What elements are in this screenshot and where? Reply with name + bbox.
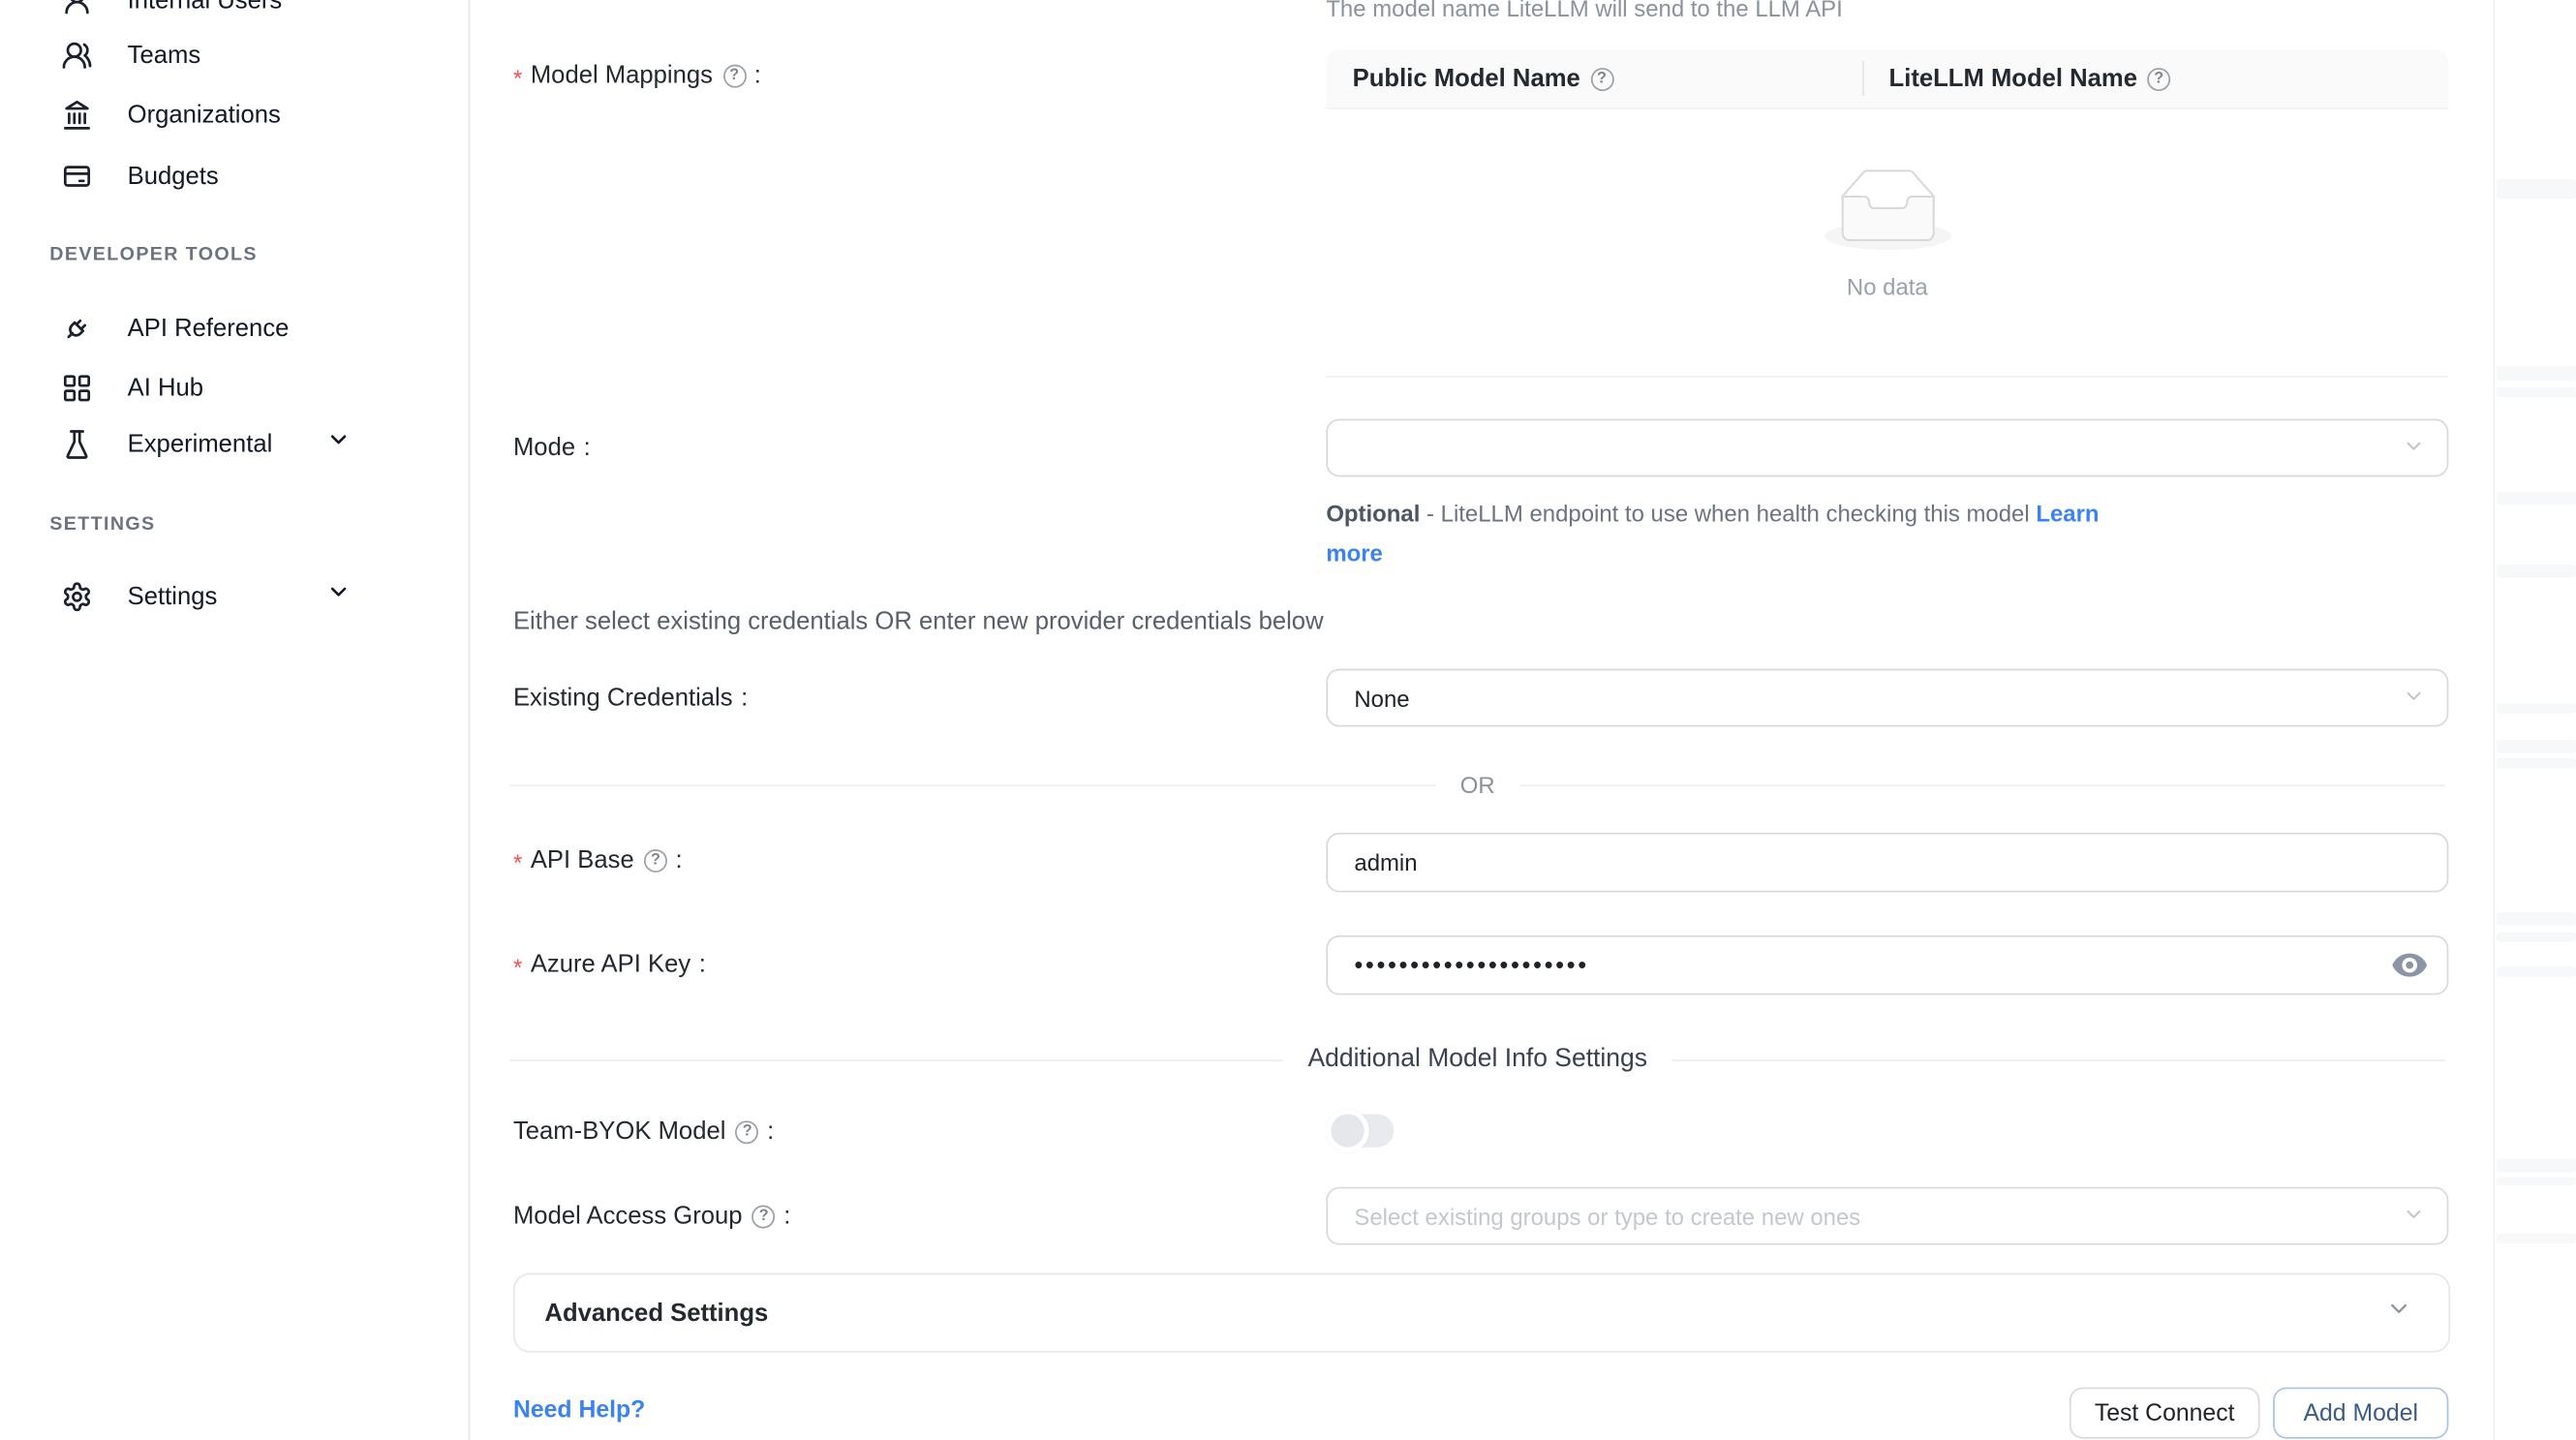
chevron-down-icon: [326, 579, 352, 612]
help-circle-icon[interactable]: [2147, 67, 2170, 90]
content-right-divider: [2494, 0, 2496, 1440]
mode-select[interactable]: [1326, 419, 2448, 477]
mode-help-text: Optional - LiteLLM endpoint to use when …: [1326, 495, 2140, 572]
additional-info-divider: Additional Model Info Settings: [510, 1045, 2445, 1075]
or-divider: OR: [510, 772, 2445, 798]
gear-icon: [61, 580, 92, 611]
sidebar-section-settings: SETTINGS: [49, 515, 155, 536]
sidebar-item-label: API Reference: [128, 314, 290, 342]
column-header-litellm-model-name: LiteLLM Model Name: [1862, 65, 2448, 93]
required-asterisk: *: [513, 954, 522, 980]
chevron-down-icon: [2402, 1202, 2425, 1230]
test-connect-button[interactable]: Test Connect: [2070, 1388, 2260, 1439]
team-byok-label: Team-BYOK Model: [513, 1118, 774, 1146]
chevron-down-icon: [2402, 434, 2425, 462]
sidebar-item-settings[interactable]: Settings: [0, 567, 471, 627]
model-name-hint: The model name LiteLLM will send to the …: [1326, 0, 1842, 21]
app-window: Internal Users Teams Organizations Budge…: [0, 0, 2576, 1440]
sidebar-item-budgets[interactable]: Budgets: [0, 145, 471, 205]
sidebar-item-label: Settings: [128, 582, 218, 610]
sidebar-item-label: Experimental: [128, 430, 273, 458]
advanced-settings-label: Advanced Settings: [544, 1299, 768, 1327]
required-asterisk: *: [513, 849, 522, 875]
users-icon: [61, 39, 92, 70]
existing-credentials-select[interactable]: None: [1326, 669, 2448, 727]
column-divider: [1862, 61, 1864, 96]
sidebar-item-label: Organizations: [128, 100, 281, 128]
user-icon: [61, 0, 92, 15]
chevron-down-icon: [2402, 684, 2425, 712]
sidebar-item-experimental[interactable]: Experimental: [0, 414, 471, 474]
flask-icon: [61, 428, 92, 459]
sidebar-item-label: AI Hub: [128, 373, 203, 401]
no-data-text: No data: [1847, 273, 1928, 299]
credit-card-icon: [61, 160, 92, 191]
select-placeholder: Select existing groups or type to create…: [1354, 1203, 1860, 1229]
help-circle-icon[interactable]: [752, 1205, 776, 1228]
sidebar-item-organizations[interactable]: Organizations: [0, 84, 471, 144]
masked-password-value: •••••••••••••••••••••: [1354, 951, 1588, 979]
plug-icon: [61, 312, 92, 343]
help-circle-icon[interactable]: [1590, 67, 1613, 90]
table-empty-state: No data: [1326, 109, 2448, 378]
api-base-input[interactable]: admin: [1326, 833, 2448, 893]
required-asterisk: *: [513, 65, 522, 91]
sidebar-item-ai-hub[interactable]: AI Hub: [0, 357, 471, 417]
api-base-label: * API Base: [513, 844, 683, 875]
azure-api-key-input[interactable]: •••••••••••••••••••••: [1326, 935, 2448, 996]
table-header: Public Model Name LiteLLM Model Name: [1326, 49, 2448, 109]
grid-icon: [61, 372, 92, 403]
model-mappings-label: * Model Mappings: [513, 60, 761, 91]
chevron-down-icon: [2385, 1296, 2411, 1331]
eye-icon[interactable]: [2392, 953, 2427, 978]
existing-credentials-label: Existing Credentials: [513, 684, 748, 712]
azure-api-key-label: * Azure API Key: [513, 949, 706, 980]
help-circle-icon[interactable]: [736, 1119, 759, 1143]
credentials-note: Either select existing credentials OR en…: [513, 607, 1324, 635]
chevron-down-icon: [326, 427, 352, 460]
model-access-group-select[interactable]: Select existing groups or type to create…: [1326, 1187, 2448, 1245]
sidebar-item-label: Internal Users: [128, 0, 283, 15]
model-mappings-table: Public Model Name LiteLLM Model Name No …: [1326, 49, 2448, 377]
selected-value: None: [1354, 685, 1409, 711]
sidebar-item-label: Teams: [128, 41, 201, 69]
team-byok-toggle[interactable]: [1333, 1115, 1394, 1148]
column-header-public-model-name: Public Model Name: [1326, 65, 1862, 93]
help-circle-icon[interactable]: [644, 848, 667, 872]
model-access-group-label: Model Access Group: [513, 1202, 790, 1230]
sidebar: Internal Users Teams Organizations Budge…: [0, 0, 471, 1440]
bank-icon: [61, 99, 92, 130]
toggle-knob: [1326, 1109, 1368, 1151]
input-value: admin: [1354, 849, 1417, 875]
sidebar-section-developer-tools: DEVELOPER TOOLS: [49, 245, 258, 265]
sidebar-item-teams[interactable]: Teams: [0, 25, 471, 85]
sidebar-item-label: Budgets: [128, 162, 219, 190]
help-circle-icon[interactable]: [722, 64, 746, 87]
mode-label: Mode: [513, 434, 591, 462]
empty-box-icon: [1824, 169, 1951, 258]
sidebar-item-api-reference[interactable]: API Reference: [0, 298, 471, 358]
advanced-settings-accordion[interactable]: Advanced Settings: [513, 1273, 2450, 1353]
need-help-link[interactable]: Need Help?: [513, 1397, 645, 1424]
add-model-button[interactable]: Add Model: [2273, 1388, 2448, 1439]
